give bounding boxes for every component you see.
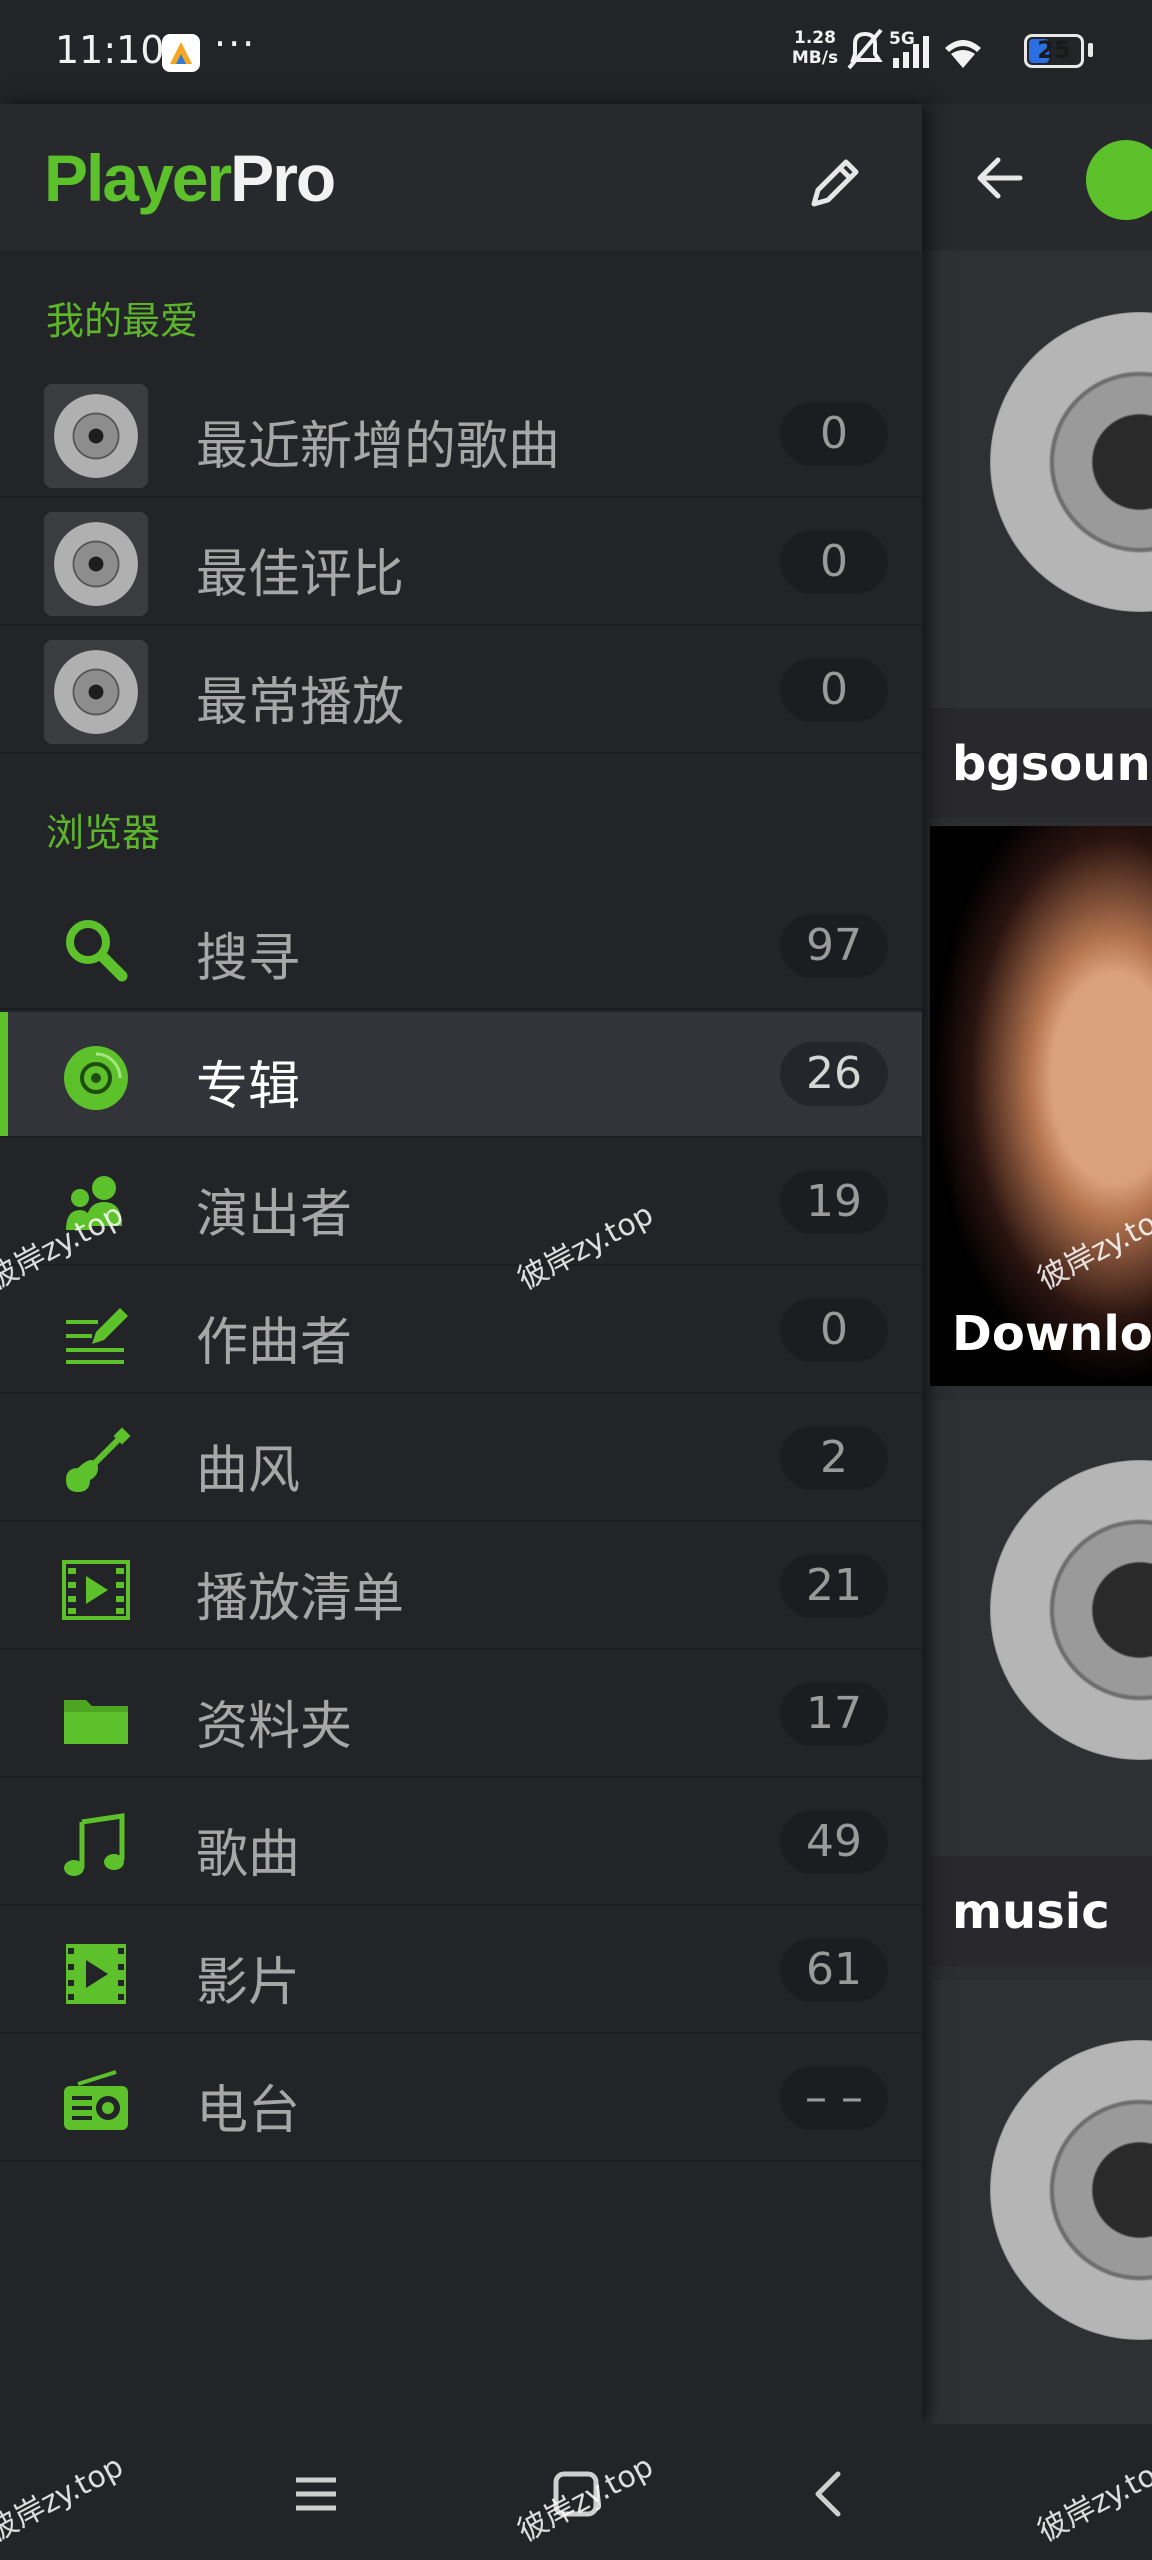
item-label: 演出者: [196, 1185, 353, 1245]
browser-item-genres[interactable]: 曲风 2: [0, 1396, 922, 1522]
music-note-icon: [64, 1813, 125, 1876]
item-label: 曲风: [196, 1441, 301, 1501]
guitar-icon: [66, 1427, 131, 1492]
count-badge: 49: [780, 1810, 888, 1874]
albums-toolbar: [922, 104, 1152, 250]
radio-icon: [64, 2070, 128, 2130]
item-label: 最近新增的歌曲: [196, 417, 561, 477]
browser-item-folders[interactable]: 资料夹 17: [0, 1652, 922, 1778]
disc-artwork: [990, 1460, 1152, 1760]
disc-artwork: [990, 312, 1152, 612]
count-badge: 26: [780, 1042, 888, 1106]
browser-item-search[interactable]: 搜寻 97: [0, 884, 922, 1010]
network-type: 5G: [889, 29, 915, 49]
album-card[interactable]: Download: [930, 826, 1152, 1386]
item-label: 作曲者: [196, 1313, 353, 1373]
browser-item-albums[interactable]: 专辑 26: [0, 1012, 922, 1138]
video-icon: [66, 1944, 126, 2004]
battery-icon: 25: [1024, 34, 1084, 68]
composer-icon: [66, 1308, 128, 1364]
item-label: 电台: [196, 2081, 301, 2141]
section-favorites-title: 我的最爱: [46, 299, 199, 343]
mute-icon: [847, 28, 883, 70]
album-card[interactable]: [930, 1980, 1152, 2440]
album-card[interactable]: music: [930, 1400, 1152, 1966]
status-icons: 5G: [845, 26, 1025, 80]
disc-artwork: [990, 2040, 1152, 2340]
browser-item-radio[interactable]: 电台 – –: [0, 2036, 922, 2162]
item-label: 搜寻: [196, 929, 301, 989]
disc-thumbnail-icon: [44, 640, 148, 744]
count-badge: 61: [780, 1938, 888, 2002]
album-title: music: [952, 1884, 1110, 1940]
count-badge: 0: [780, 402, 888, 466]
browser-item-artists[interactable]: 演出者 19: [0, 1140, 922, 1266]
favorites-item-recently-added[interactable]: 最近新增的歌曲 0: [0, 372, 922, 498]
album-title: Download: [952, 1306, 1152, 1362]
menu-icon[interactable]: [286, 2464, 346, 2524]
notification-app-icon: [162, 34, 200, 72]
item-label: 资料夹: [196, 1697, 353, 1757]
folder-icon: [64, 1700, 128, 1744]
count-badge: 0: [780, 530, 888, 594]
count-badge: 21: [780, 1554, 888, 1618]
edit-icon[interactable]: [800, 148, 870, 218]
disc-thumbnail-icon: [44, 512, 148, 616]
back-arrow-icon[interactable]: [970, 148, 1030, 208]
status-bar: 11:10 ··· 1.28 MB/s 5G 25: [0, 0, 1152, 104]
browser-item-composers[interactable]: 作曲者 0: [0, 1268, 922, 1394]
count-badge: 19: [780, 1170, 888, 1234]
browser-item-videos[interactable]: 影片 61: [0, 1908, 922, 2034]
album-title: bgsound: [952, 736, 1152, 792]
browser-item-playlists[interactable]: 播放清单 21: [0, 1524, 922, 1650]
item-label: 专辑: [196, 1057, 301, 1117]
section-browser-title: 浏览器: [46, 811, 161, 855]
count-badge: 0: [780, 658, 888, 722]
favorites-item-top-rated[interactable]: 最佳评比 0: [0, 500, 922, 626]
search-icon: [66, 920, 128, 982]
status-time: 11:10: [55, 28, 165, 72]
favorites-item-most-played[interactable]: 最常播放 0: [0, 628, 922, 754]
count-badge: 0: [780, 1298, 888, 1362]
wifi-icon: [945, 40, 981, 68]
network-speed: 1.28 MB/s: [791, 28, 839, 68]
item-label: 播放清单: [196, 1569, 405, 1629]
back-icon[interactable]: [800, 2464, 860, 2524]
disc-thumbnail-icon: [44, 384, 148, 488]
album-badge-icon: [1086, 140, 1152, 220]
item-label: 影片: [196, 1953, 301, 2013]
playlist-icon: [62, 1560, 130, 1620]
navigation-drawer: PlayerPro 我的最爱 最近新增的歌曲 0 最佳评比 0 最常播放 0 浏…: [0, 104, 922, 2424]
count-badge: 17: [780, 1682, 888, 1746]
item-label: 最常播放: [196, 673, 405, 733]
app-logo: PlayerPro: [44, 141, 336, 215]
browser-item-songs[interactable]: 歌曲 49: [0, 1780, 922, 1906]
more-notifications-icon: ···: [214, 22, 257, 66]
count-badge: 2: [780, 1426, 888, 1490]
album-card[interactable]: bgsound: [930, 252, 1152, 818]
drawer-header: PlayerPro: [0, 104, 922, 250]
album-icon: [64, 1046, 128, 1110]
item-label: 歌曲: [196, 1825, 301, 1885]
count-badge: – –: [780, 2066, 888, 2130]
item-label: 最佳评比: [196, 545, 405, 605]
count-badge: 97: [780, 914, 888, 978]
